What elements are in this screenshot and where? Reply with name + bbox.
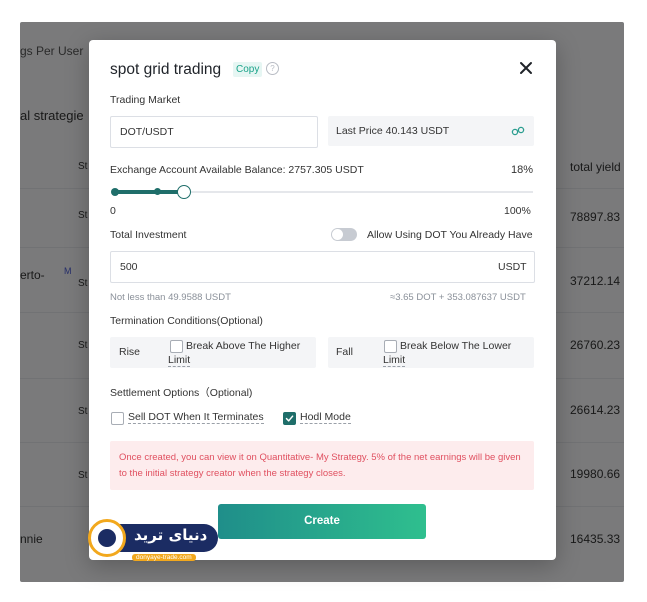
check-icon xyxy=(285,415,294,422)
allow-dot-toggle[interactable] xyxy=(331,228,357,241)
rise-label: Rise xyxy=(119,346,141,358)
logo-globe-icon xyxy=(88,519,126,557)
hodl-mode-label: Hodl Mode xyxy=(300,411,351,424)
investment-unit: USDT xyxy=(498,261,527,273)
fall-condition-box: Fall Break Below The Lower Limit xyxy=(328,337,534,368)
sell-dot-label: Sell DOT When It Terminates xyxy=(128,411,264,424)
logo-globe-inner xyxy=(98,529,116,547)
create-button[interactable]: Create xyxy=(218,504,426,539)
settlement-label: Settlement Options（Optional) xyxy=(110,387,253,399)
refresh-icon[interactable] xyxy=(511,125,525,137)
info-icon[interactable]: ? xyxy=(266,62,279,75)
slider-tick[interactable] xyxy=(154,188,161,195)
break-above-checkbox[interactable] xyxy=(170,340,183,353)
modal-title: spot grid trading xyxy=(110,61,222,78)
total-investment-label: Total Investment xyxy=(110,229,187,241)
slider-handle[interactable] xyxy=(176,185,191,199)
last-price-text: Last Price 40.143 USDT xyxy=(336,125,450,137)
allow-dot-label: Allow Using DOT You Already Have xyxy=(367,229,533,241)
balance-percent: 18% xyxy=(511,164,534,176)
strategy-notice: Once created, you can view it on Quantit… xyxy=(110,441,534,490)
equivalent-note: ≈3.65 DOT + 353.087637 USDT xyxy=(390,292,526,303)
trading-pair-value: DOT/USDT xyxy=(120,126,174,138)
logo-url: donyaye-trade.com xyxy=(132,554,196,561)
rise-condition-box: Rise Break Above The Higher Limit xyxy=(110,337,316,368)
sell-dot-checkbox[interactable] xyxy=(111,412,124,425)
strategy-notice-text: Once created, you can view it on Quantit… xyxy=(119,452,521,479)
balance-slider-fill xyxy=(115,190,183,194)
copy-badge[interactable]: Copy xyxy=(233,62,263,77)
break-below-checkbox[interactable] xyxy=(384,340,397,353)
donyaye-trade-logo: دنیای ترید donyaye-trade.com xyxy=(86,518,220,563)
investment-value: 500 xyxy=(120,261,138,273)
termination-label: Termination Conditions(Optional) xyxy=(110,315,263,327)
trading-market-label: Trading Market xyxy=(110,94,181,106)
trading-pair-field[interactable]: DOT/USDT xyxy=(110,116,318,148)
fall-label: Fall xyxy=(336,346,353,358)
min-investment-note: Not less than 49.9588 USDT xyxy=(110,292,231,303)
slider-max-label: 100% xyxy=(504,205,531,217)
last-price-box: Last Price 40.143 USDT xyxy=(328,116,534,146)
investment-input[interactable]: 500 USDT xyxy=(110,251,535,283)
break-above-label-line1: Break Above The Higher xyxy=(186,340,301,352)
available-balance-label: Exchange Account Available Balance: 2757… xyxy=(110,164,364,176)
close-icon[interactable] xyxy=(517,59,535,77)
break-below-label-line2: Limit xyxy=(383,354,406,367)
logo-name: دنیای ترید xyxy=(134,526,208,544)
slider-tick[interactable] xyxy=(111,188,119,196)
slider-min-label: 0 xyxy=(110,205,116,217)
break-above-label-line2: Limit xyxy=(168,354,191,367)
spot-grid-modal: spot grid trading Copy ? Trading Market … xyxy=(89,40,556,560)
toggle-knob xyxy=(332,229,343,240)
hodl-mode-checkbox[interactable] xyxy=(283,412,296,425)
break-below-label-line1: Break Below The Lower xyxy=(400,340,512,352)
